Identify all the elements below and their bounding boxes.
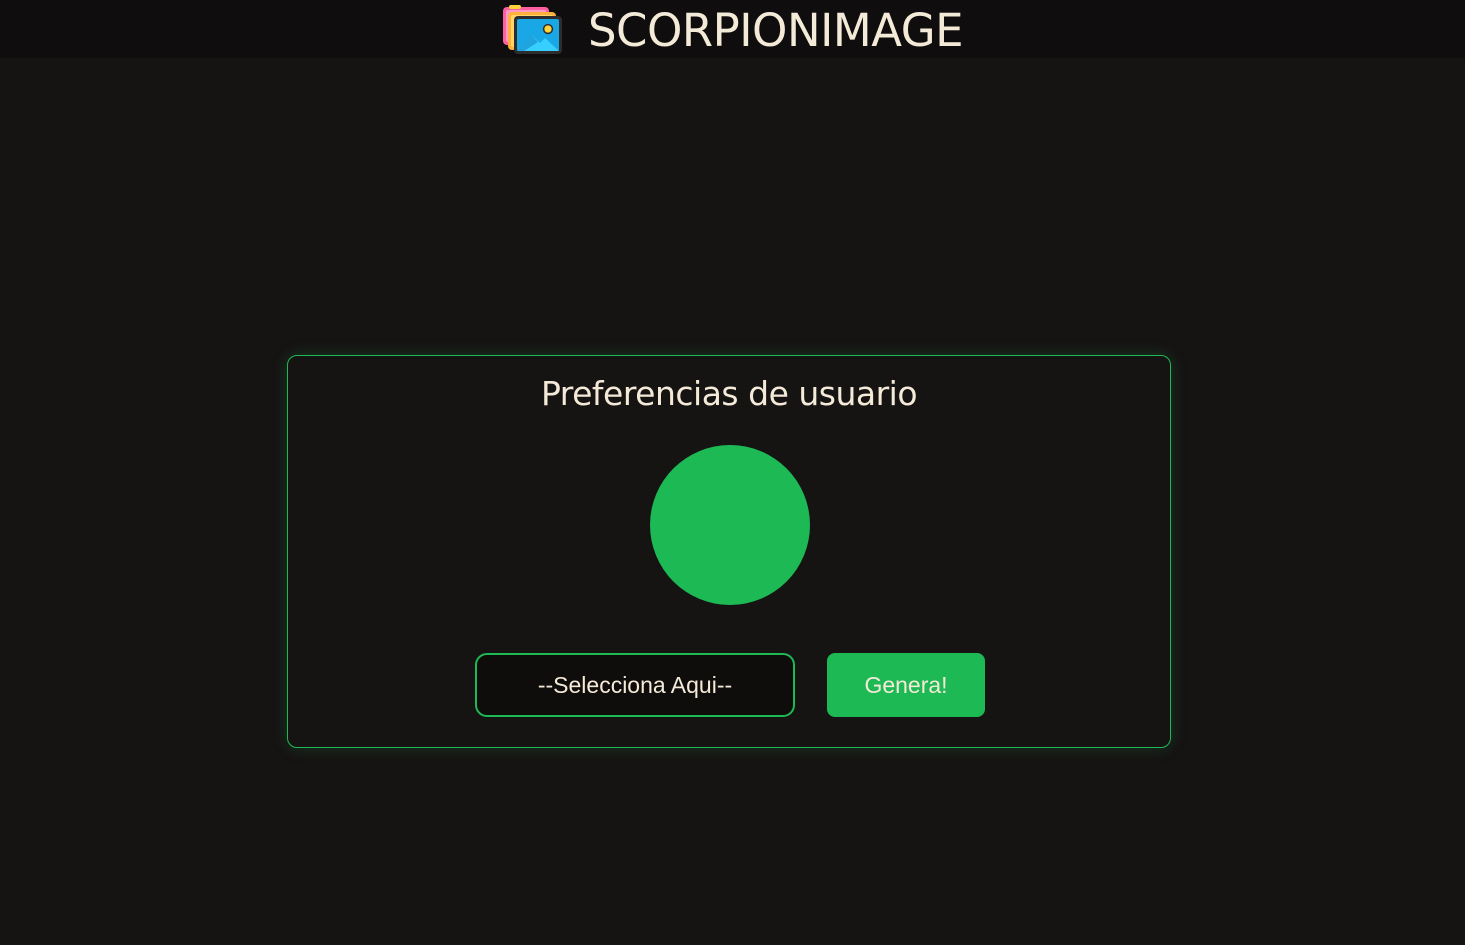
selection-dropdown-label: --Selecciona Aqui-- (537, 671, 733, 698)
image-gallery-icon (502, 5, 562, 54)
top-header: SCORPIONIMAGE (0, 0, 1465, 58)
brand-title: SCORPIONIMAGE (587, 3, 964, 57)
generate-button-label: Genera! (864, 671, 948, 698)
panel-title: Preferencias de usuario (540, 374, 918, 413)
selection-dropdown[interactable]: --Selecciona Aqui-- (475, 653, 795, 717)
generate-button[interactable]: Genera! (827, 653, 985, 717)
color-preview-circle (650, 445, 810, 605)
user-preferences-panel: Preferencias de usuario --Selecciona Aqu… (287, 355, 1171, 748)
brand: SCORPIONIMAGE (502, 3, 964, 57)
